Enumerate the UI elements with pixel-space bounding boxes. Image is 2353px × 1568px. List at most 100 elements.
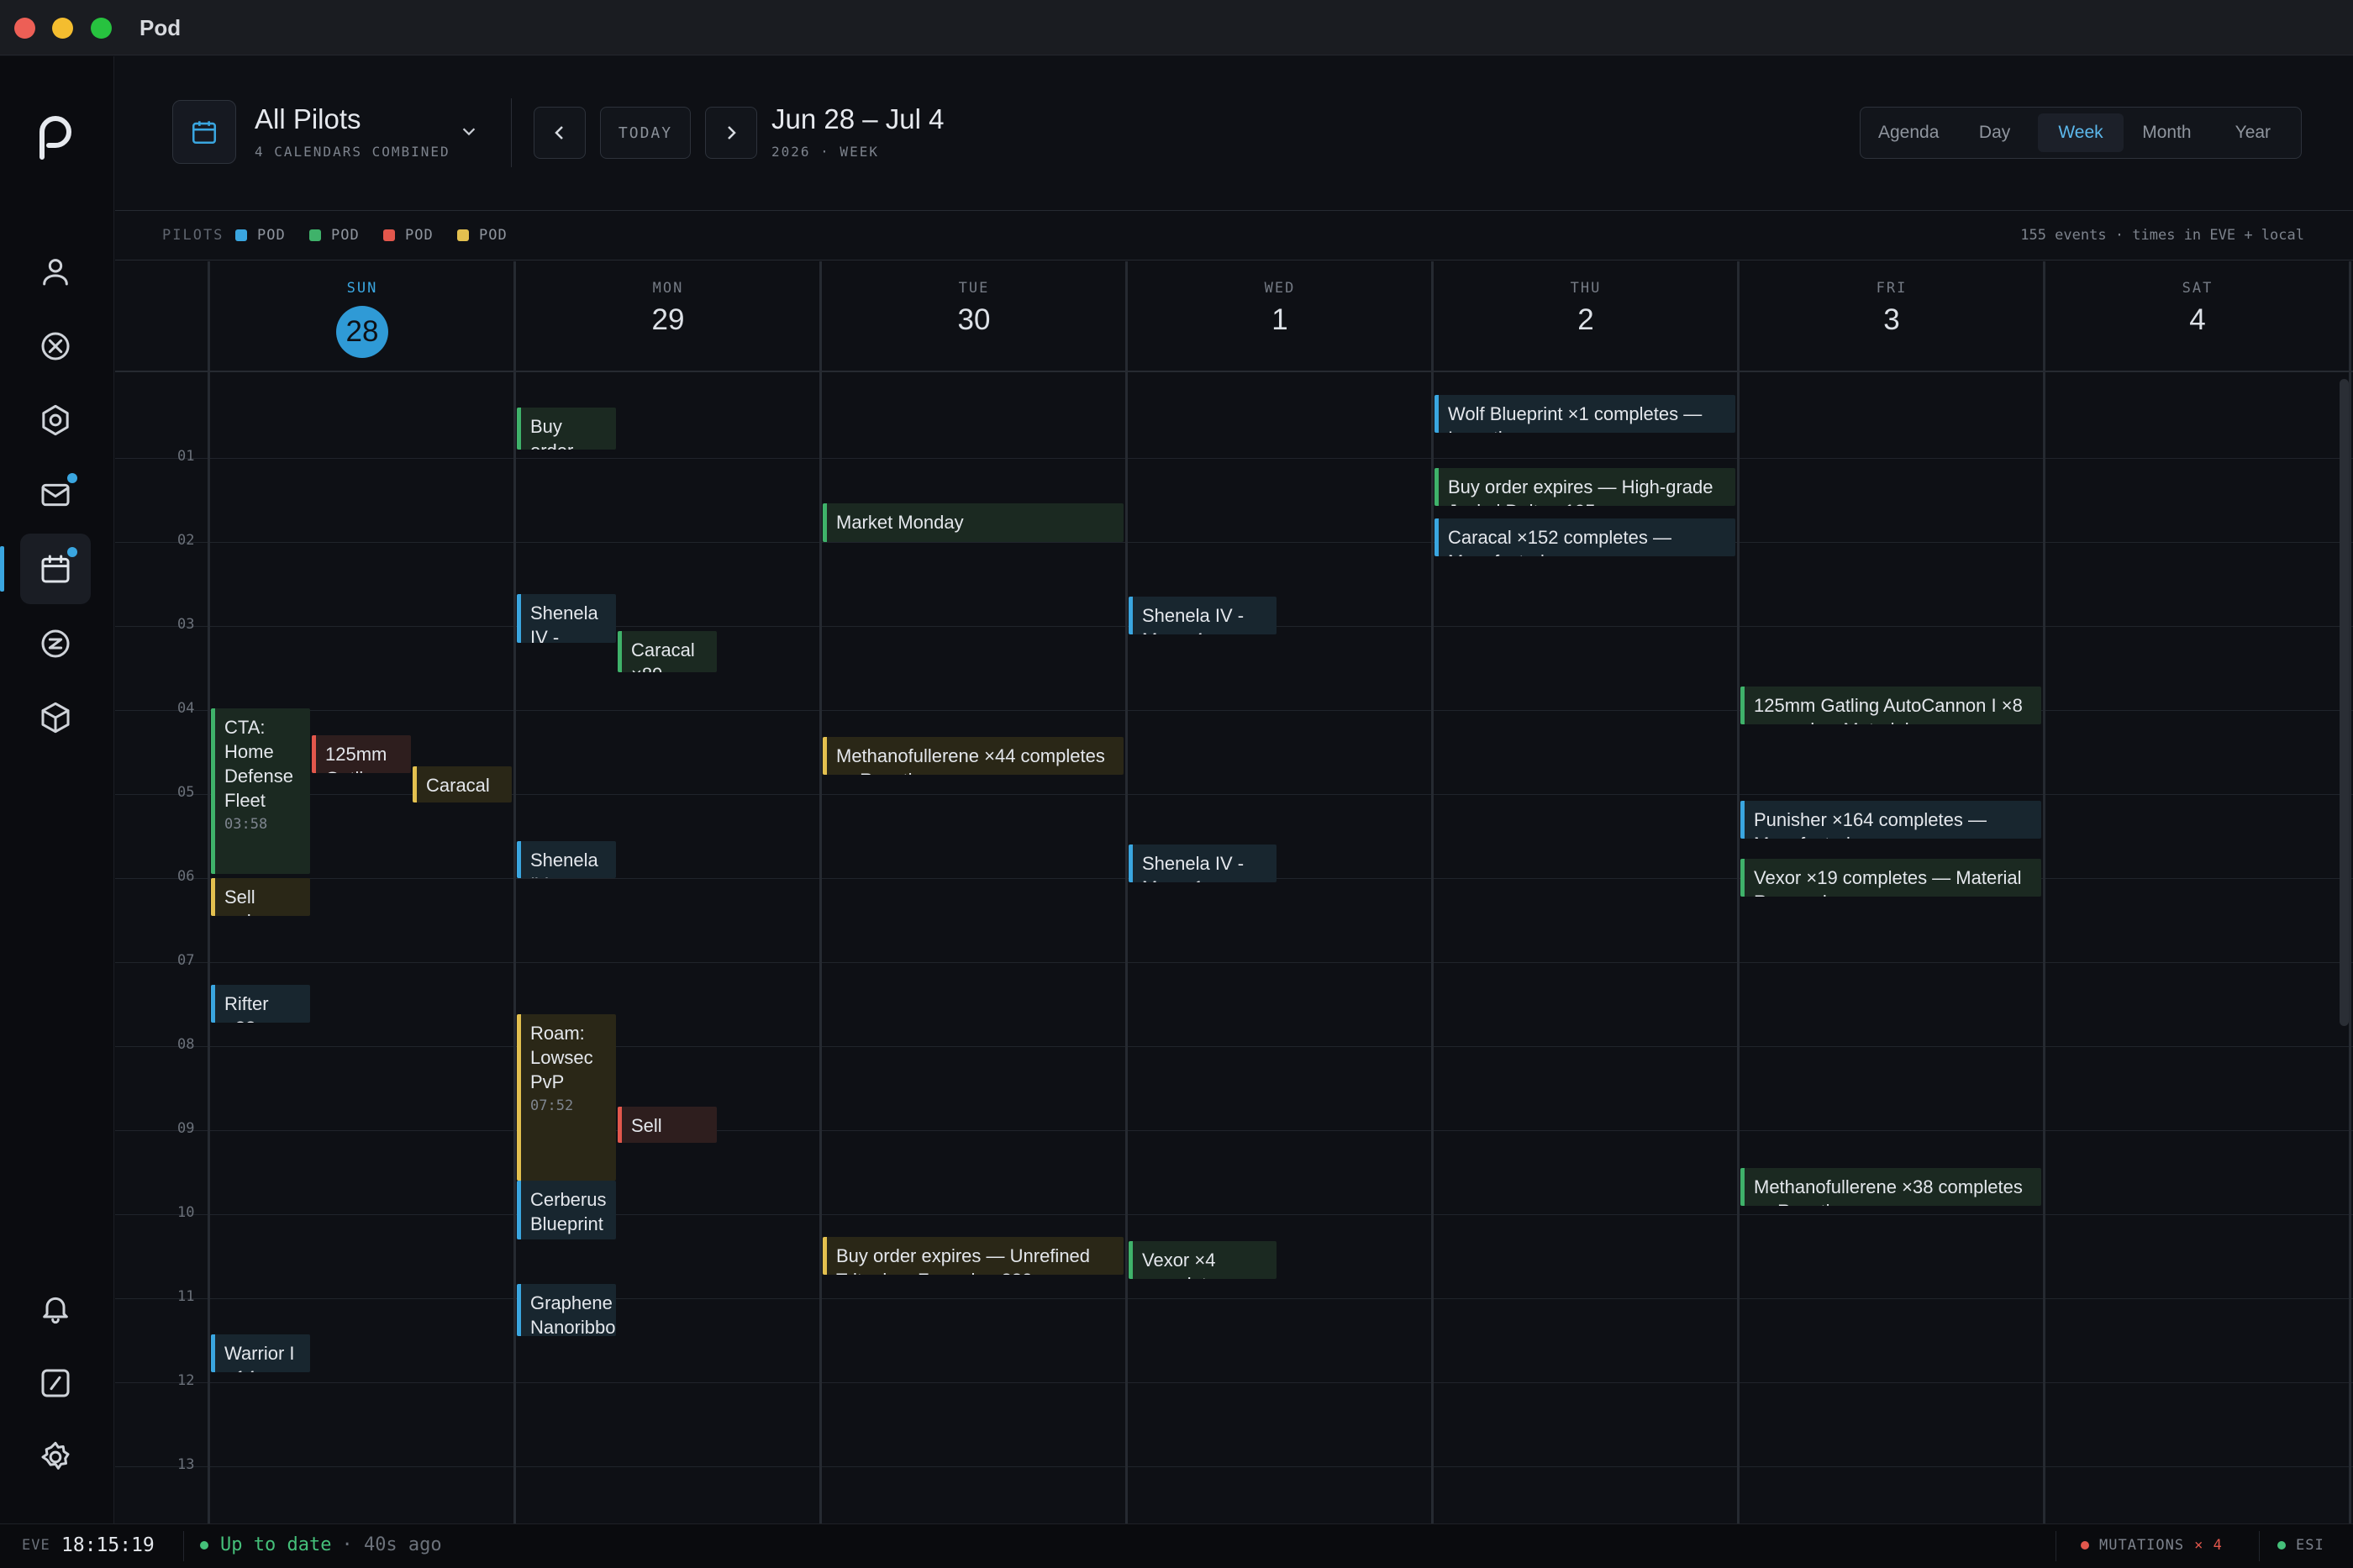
sidebar-item-user[interactable] [20, 236, 91, 307]
hour-label: 06 [177, 868, 195, 885]
sidebar-item-mail[interactable] [20, 460, 91, 530]
sync-status: Up to date · 40s ago [200, 1534, 442, 1555]
view-agenda-tab[interactable]: Agenda [1866, 113, 1951, 152]
mutations-indicator[interactable]: MUTATIONS × 4 [2081, 1537, 2223, 1554]
view-year-tab[interactable]: Year [2210, 113, 2296, 152]
chevron-down-icon[interactable] [460, 122, 478, 140]
legend-item[interactable]: POD [457, 227, 508, 244]
sidebar-item-bell[interactable] [20, 1273, 91, 1344]
calendar-event[interactable]: Market Monday [823, 503, 1124, 542]
hour-label: 04 [177, 700, 195, 717]
legend-item[interactable]: POD [383, 227, 434, 244]
day-header-tue[interactable]: TUE 30 [821, 261, 1127, 372]
day-header-mon[interactable]: MON 29 [515, 261, 821, 372]
calendar-event[interactable]: Methanofullerene ×38 completes — Reactio… [1740, 1168, 2041, 1206]
day-column-divider [208, 261, 210, 1523]
previous-week-button[interactable] [534, 107, 586, 159]
gauge-icon [41, 1369, 70, 1397]
calendar-event[interactable]: Graphene Nanoribbons [517, 1284, 616, 1336]
eve-clock: 18:15:19 [61, 1534, 155, 1556]
sidebar-item-settings[interactable] [20, 1422, 91, 1492]
day-number: 4 [2189, 303, 2206, 336]
hour-label: 05 [177, 784, 195, 801]
day-header-wed[interactable]: WED 1 [1127, 261, 1433, 372]
day-header-sat[interactable]: SAT 4 [2045, 261, 2350, 372]
cube-icon [41, 702, 70, 734]
calendar-event[interactable]: Caracal ×152 completes — Manufacturing [1434, 518, 1735, 556]
calendar-event[interactable]: Buy order [517, 408, 616, 450]
event-title: Caracal ×152 completes — Manufacturing [1448, 527, 1671, 556]
calendar-picker-button[interactable] [172, 100, 236, 164]
calendar-event[interactable]: Caracal ×89 [618, 631, 717, 672]
day-header-sun[interactable]: SUN 28 [209, 261, 515, 372]
status-divider [2259, 1531, 2260, 1561]
calendar-event[interactable]: Vexor ×19 completes — Material Research [1740, 859, 2041, 897]
legend-item[interactable]: POD [235, 227, 286, 244]
event-title: Buy order [530, 416, 573, 450]
sidebar-active-indicator [0, 546, 4, 592]
event-title: Vexor ×19 completes — Material Research [1754, 867, 2022, 897]
sidebar-item-cube[interactable] [20, 682, 91, 753]
view-day-tab[interactable]: Day [1951, 113, 2037, 152]
sidebar-item-currency[interactable] [20, 608, 91, 679]
event-title: Caracal ×89 [631, 639, 695, 672]
today-button[interactable]: TODAY [600, 107, 691, 159]
calendar-event[interactable]: Shenela IV - Moon 1 — [1129, 845, 1277, 882]
event-title: Shenela IV - Moon 1 — [1142, 853, 1245, 882]
day-name: SAT [2182, 280, 2214, 297]
window-close-button[interactable] [14, 18, 35, 39]
view-week-tab[interactable]: Week [2037, 113, 2124, 152]
calendar-event[interactable]: Shenela IV - [517, 594, 616, 643]
calendar-event[interactable]: Wolf Blueprint ×1 completes — Invention [1434, 395, 1735, 433]
calendar-event[interactable]: 125mm Gatling AutoCannon I ×8 paused — M… [1740, 687, 2041, 724]
calendar-event[interactable]: Rifter ×33 [211, 985, 310, 1023]
calendar-event[interactable]: Warrior I ×14 [211, 1334, 310, 1372]
calendar-event[interactable]: Caracal ×109 [413, 766, 512, 802]
hour-label: 01 [177, 448, 195, 465]
eve-time-label: EVE [22, 1537, 50, 1554]
sidebar [0, 56, 114, 1523]
sidebar-item-gauge[interactable] [20, 1348, 91, 1418]
calendar-event[interactable]: Shenela IV - [517, 841, 616, 878]
legend-swatch [235, 229, 247, 241]
calendar-title[interactable]: All Pilots [255, 103, 361, 135]
legend-item[interactable]: POD [309, 227, 360, 244]
sidebar-item-crosshair[interactable] [20, 311, 91, 381]
hexagon-icon [42, 404, 69, 436]
view-month-tab[interactable]: Month [2124, 113, 2209, 152]
day-column-divider [1737, 261, 1740, 1523]
window-maximize-button[interactable] [91, 18, 112, 39]
window-minimize-button[interactable] [52, 18, 73, 39]
event-title: Cerberus Blueprint [530, 1189, 607, 1234]
calendar-event[interactable]: Vexor ×4 completes — [1129, 1241, 1277, 1279]
hour-gridline [115, 458, 2353, 459]
esi-indicator[interactable]: ESI [2277, 1537, 2324, 1554]
mutations-count: × 4 [2194, 1537, 2223, 1554]
calendar-event[interactable]: Sell order [618, 1107, 717, 1143]
calendar-event[interactable]: Sell order [211, 878, 310, 916]
day-header-thu[interactable]: THU 2 [1433, 261, 1739, 372]
calendar-event[interactable]: Methanofullerene ×44 completes — Reactio… [823, 737, 1124, 775]
sidebar-item-hexagon[interactable] [20, 385, 91, 455]
next-week-button[interactable] [705, 107, 757, 159]
calendar-event[interactable]: Shenela IV - Moon 4 — [1129, 597, 1277, 634]
notification-dot-icon [67, 547, 77, 557]
scrollbar-thumb[interactable] [2340, 379, 2349, 1026]
day-header-fri[interactable]: FRI 3 [1739, 261, 2045, 372]
calendar-event[interactable]: Buy order expires — High-grade Jackal De… [1434, 468, 1735, 506]
sidebar-item-calendar[interactable] [20, 534, 91, 604]
calendar-event[interactable]: 125mm Gatling [312, 735, 411, 773]
calendar-event[interactable]: Punisher ×164 completes — Manufacturing [1740, 801, 2041, 839]
hour-gridline [115, 542, 2353, 543]
event-title: 125mm Gatling AutoCannon I ×8 paused — M… [1754, 695, 2023, 724]
calendar-event[interactable]: CTA: Home Defense Fleet 03:58 [211, 708, 310, 874]
event-time: 03:58 [224, 816, 268, 833]
day-name: WED [1264, 280, 1296, 297]
calendar-event[interactable]: Buy order expires — Unrefined Tritanium … [823, 1237, 1124, 1275]
day-name: THU [1570, 280, 1602, 297]
date-range-title: Jun 28 – Jul 4 [771, 103, 945, 134]
sync-status-dot-icon [200, 1540, 208, 1550]
pod-logo-icon[interactable] [30, 107, 81, 164]
calendar-event[interactable]: Roam: Lowsec PvP 07:52 [517, 1014, 616, 1181]
calendar-event[interactable]: Cerberus Blueprint [517, 1181, 616, 1239]
